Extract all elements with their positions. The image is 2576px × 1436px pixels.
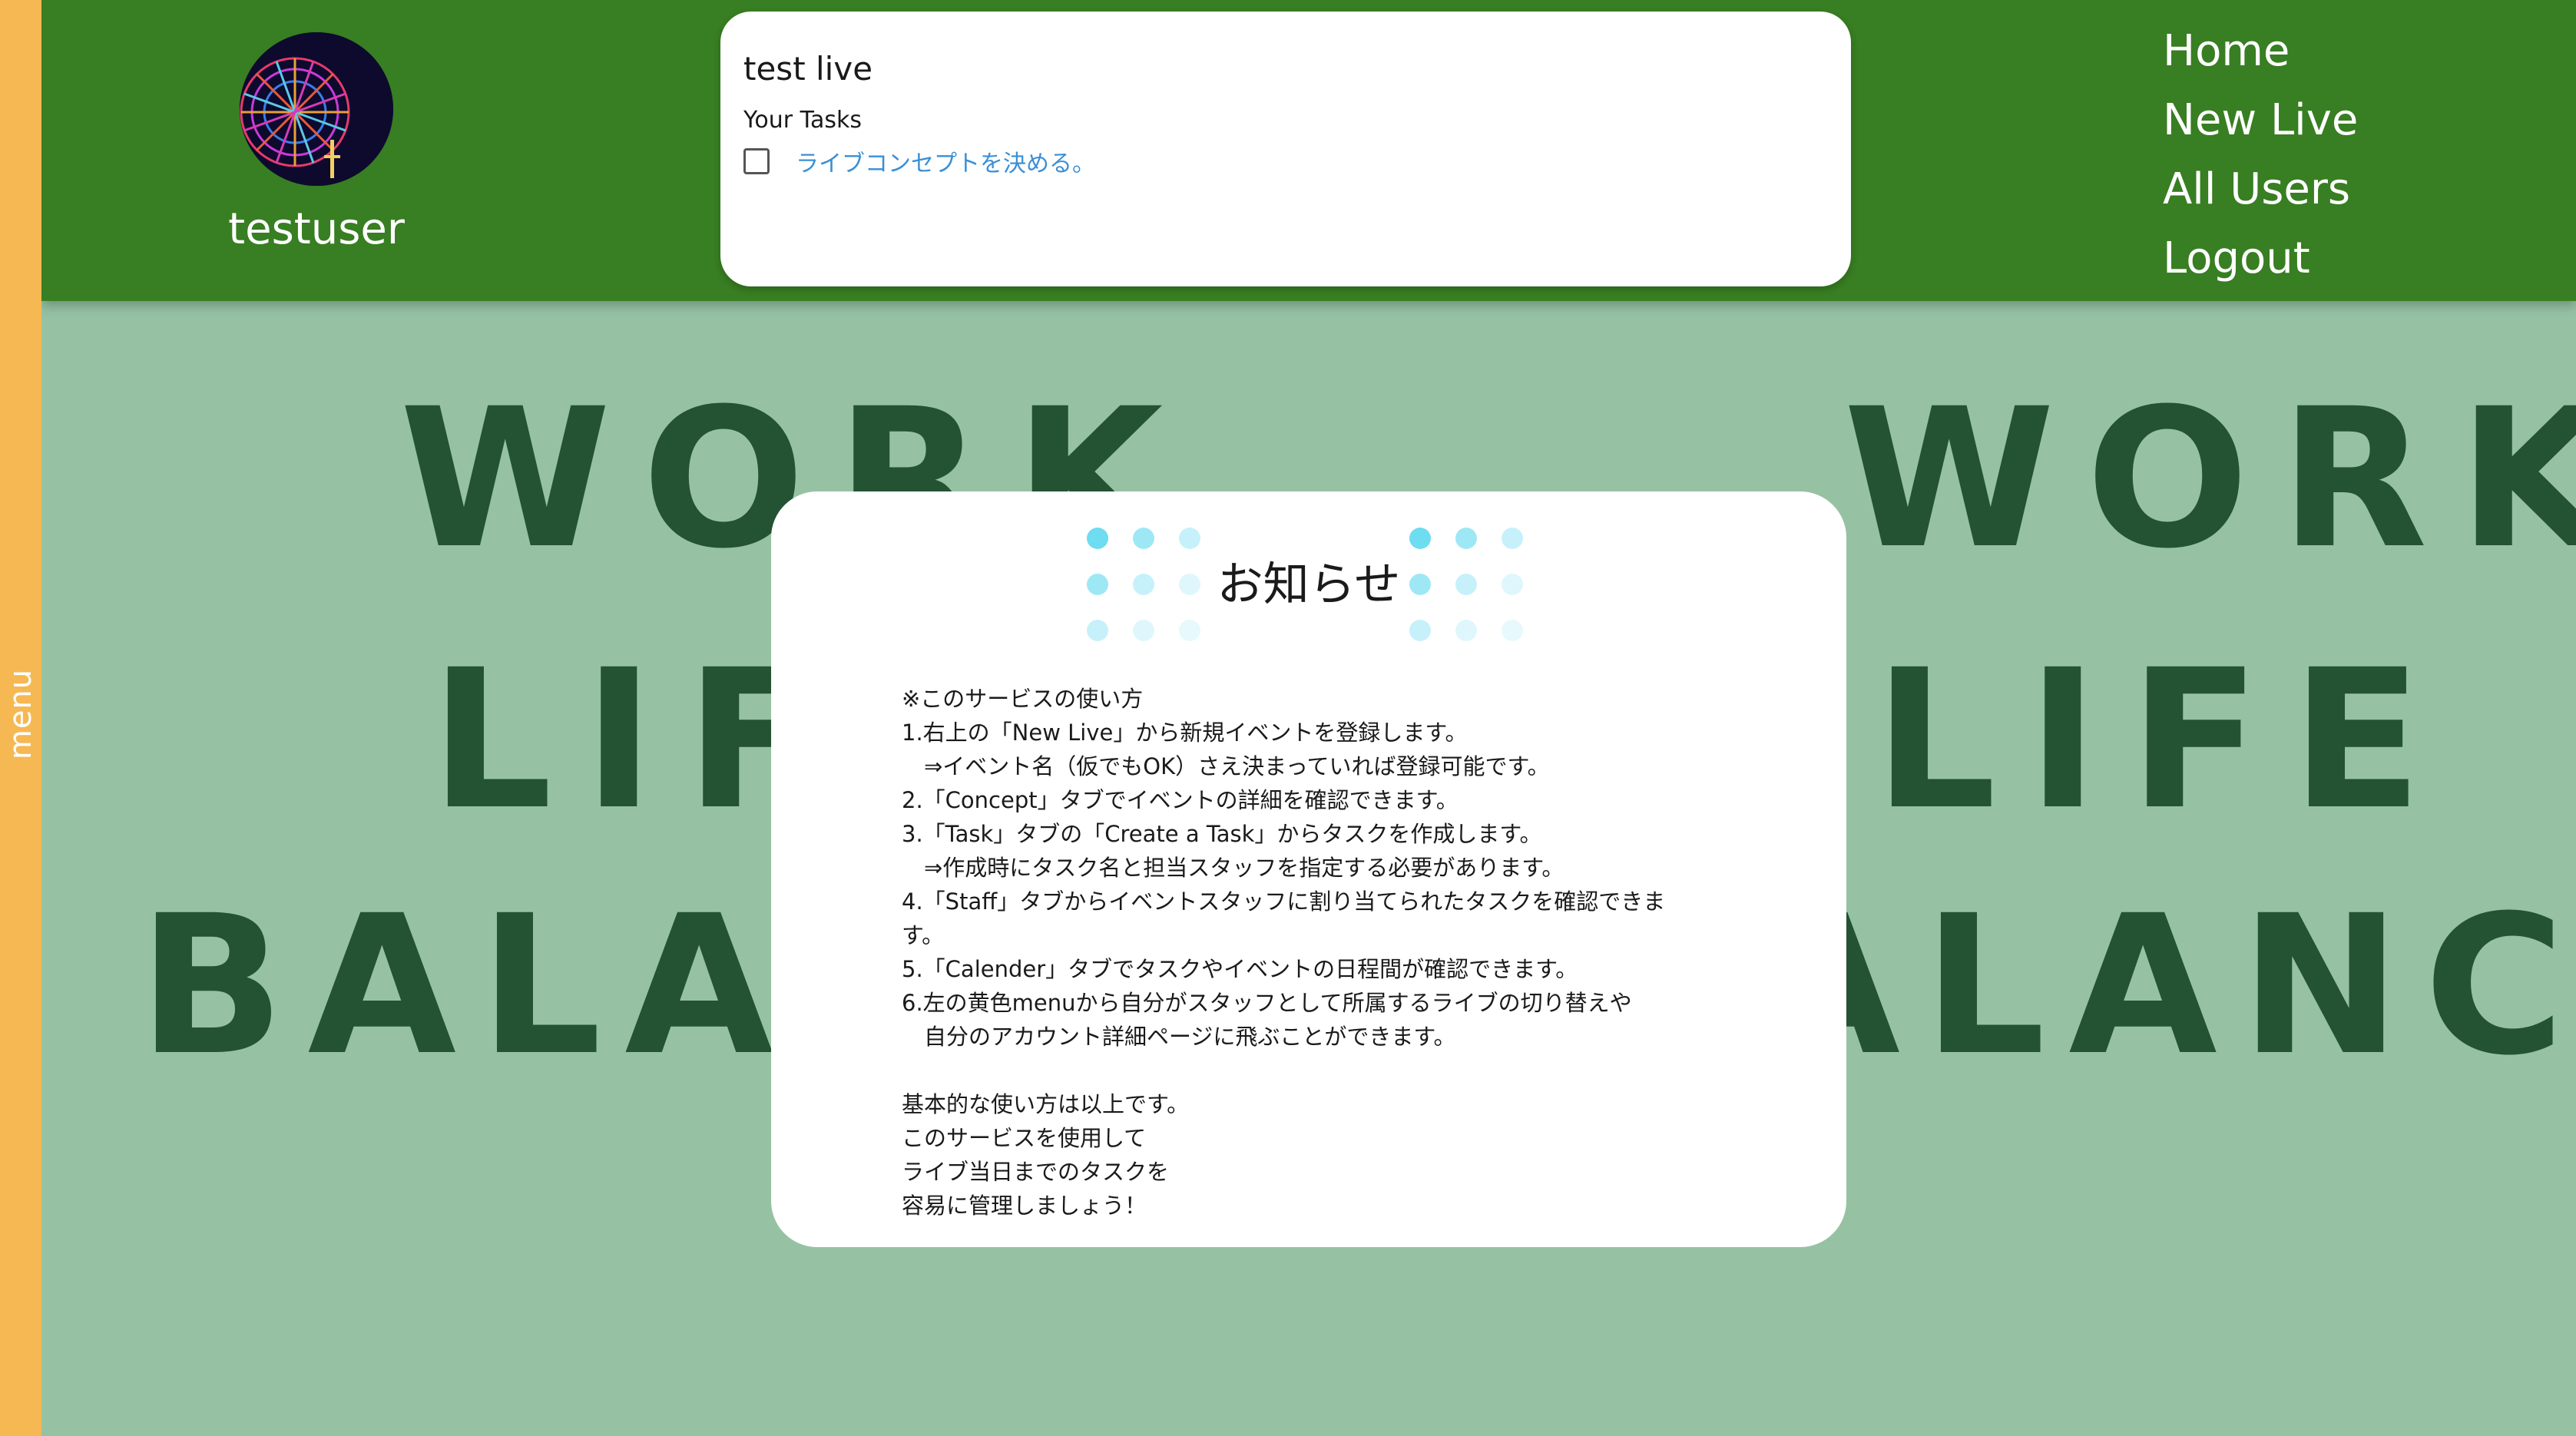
nav-all-users-link[interactable]: All Users — [2163, 155, 2531, 224]
username[interactable]: testuser — [228, 204, 405, 254]
menu-label[interactable]: menu — [3, 669, 38, 759]
notice-line: 4.「Staff」タブからイベントスタッフに割り当てられたタスクを確認できま — [902, 888, 1666, 915]
notice-line: す。 — [902, 922, 945, 948]
nav-logout-link[interactable]: Logout — [2163, 224, 2531, 293]
tasks-heading: Your Tasks — [743, 107, 862, 134]
notice-line: ⇒イベント名（仮でもOK）さえ決まっていれば登録可能です。 — [902, 753, 1550, 779]
notice-line: ⇒作成時にタスク名と担当スタッフを指定する必要があります。 — [902, 855, 1564, 881]
notice-line: このサービスを使用して — [902, 1125, 1147, 1151]
dot-grid-decoration-left — [1087, 528, 1200, 641]
task-item: ライブコンセプトを決める。 — [743, 144, 1095, 179]
live-title[interactable]: test live — [743, 50, 872, 88]
notice-line: ※このサービスの使い方 — [902, 686, 1144, 712]
notice-body: ※このサービスの使い方 1.右上の「New Live」から新規イベントを登録しま… — [902, 682, 1716, 1223]
notice-line: ライブ当日までのタスクを — [902, 1159, 1170, 1185]
notice-title: お知らせ — [1212, 547, 1406, 614]
ferris-wheel-icon — [240, 32, 393, 186]
notice-line: 自分のアカウント詳細ページに飛ぶことができます。 — [902, 1024, 1456, 1050]
bg-art-life-right: LIFE — [1874, 628, 2453, 852]
notice-line: 容易に管理しましょう！ — [902, 1193, 1147, 1219]
notice-line: 2.「Concept」タブでイベントの詳細を確認できます。 — [902, 787, 1459, 813]
top-nav: Home New Live All Users Logout — [2163, 17, 2531, 293]
dot-grid-decoration-right — [1409, 528, 1523, 641]
notice-line: 6.左の黄色menuから自分がスタッフとして所属するライブの切り替えや — [902, 990, 1632, 1016]
notice-line: 基本的な使い方は以上です。 — [902, 1091, 1190, 1117]
notice-card: お知らせ ※このサービスの使い方 1.右上の「New Live」から新規イベント… — [771, 491, 1846, 1247]
nav-home-link[interactable]: Home — [2163, 17, 2531, 86]
notice-line: 5.「Calender」タブでタスクやイベントの日程間が確認できます。 — [902, 956, 1578, 982]
bg-art-work-right: WORK — [1843, 367, 2576, 591]
live-summary-card: test live Your Tasks ライブコンセプトを決める。 — [720, 12, 1851, 286]
task-link[interactable]: ライブコンセプトを決める。 — [796, 144, 1095, 178]
notice-line: 1.右上の「New Live」から新規イベントを登録します。 — [902, 720, 1468, 746]
notice-line — [902, 1054, 1716, 1087]
task-checkbox[interactable] — [743, 148, 770, 174]
avatar[interactable] — [240, 32, 393, 186]
page-root: WORK LIFE BALANCE WORK LIFE BALANCE menu — [0, 0, 2576, 1436]
notice-line: 3.「Task」タブの「Create a Task」からタスクを作成します。 — [902, 821, 1542, 847]
side-menu-rail[interactable]: menu — [0, 0, 41, 1436]
nav-new-live-link[interactable]: New Live — [2163, 86, 2531, 155]
